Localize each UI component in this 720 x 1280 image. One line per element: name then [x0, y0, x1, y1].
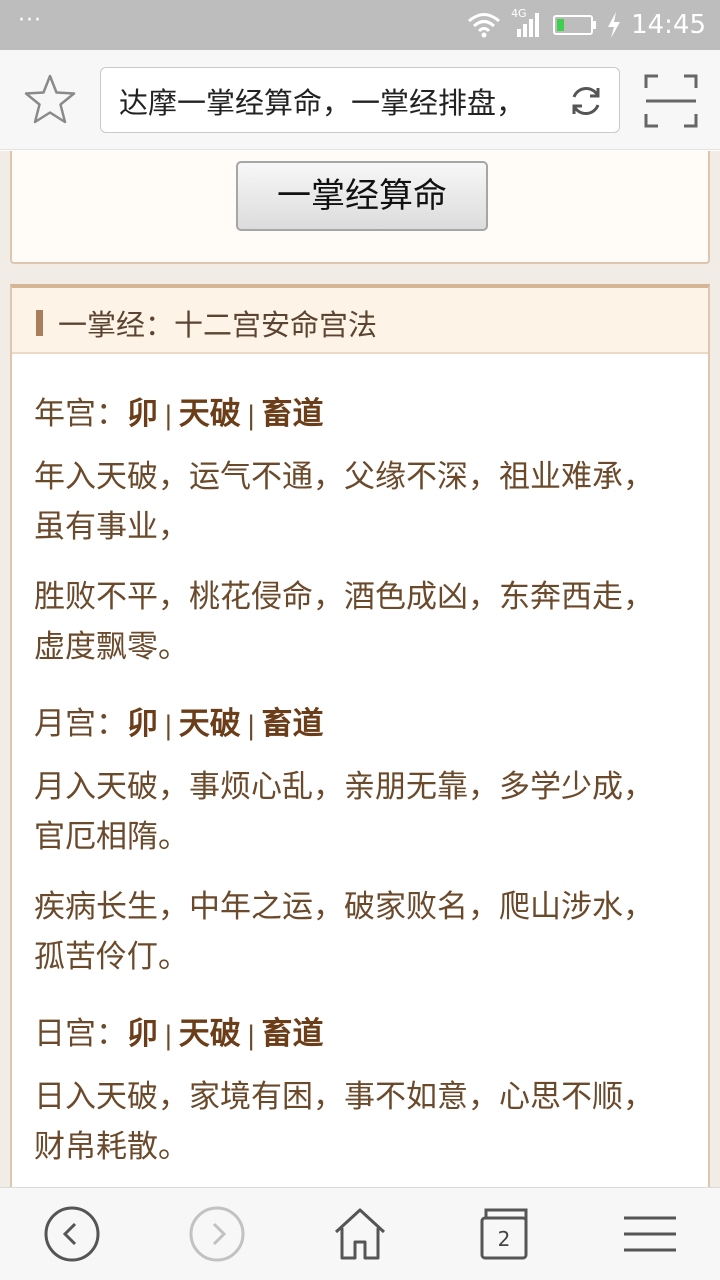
palace-branch: 卯 — [127, 1016, 158, 1052]
palace-paragraph: 年入天破，运气不通，父缘不深，祖业难承，虽有事业， — [34, 459, 654, 545]
wifi-icon — [467, 12, 501, 38]
signal-icon: 4G — [511, 7, 543, 39]
palace-card: 一掌经：十二宫安命宫法 年宫：卯 | 天破 | 畜道 年入天破，运气不通，父缘不深，祖业… — [10, 284, 710, 1187]
palace-heading-day: 日宫：卯 | 天破 | 畜道 — [34, 1008, 324, 1053]
forward-icon[interactable] — [187, 1204, 247, 1264]
separator: | — [164, 711, 173, 741]
url-text[interactable]: 达摩一掌经算命，一掌经排盘， — [119, 80, 559, 122]
palace-path: 畜道 — [261, 706, 324, 742]
palace-paragraph: 日入天破，家境有困，事不如意，心思不顺，财帛耗散。 — [34, 1079, 654, 1165]
section-header: 一掌经：十二宫安命宫法 — [12, 288, 708, 354]
back-icon[interactable] — [42, 1204, 102, 1264]
tab-count: 2 — [497, 1227, 511, 1251]
calculate-button[interactable]: 一掌经算命 — [236, 161, 488, 231]
browser-toolbar: 达摩一掌经算命，一掌经排盘， — [0, 50, 720, 150]
scan-icon[interactable] — [644, 74, 698, 128]
bottom-nav: 2 — [0, 1187, 720, 1280]
clock: 14:45 — [631, 10, 706, 40]
palace-heading-year: 年宫：卯 | 天破 | 畜道 — [34, 388, 324, 433]
calculator-card: 一掌经算命 — [10, 151, 710, 264]
palace-label: 月宫： — [34, 706, 127, 742]
palace-paragraph: 疾病长生，中年之运，破家败名，爬山涉水，孤苦伶仃。 — [34, 889, 654, 975]
notification-dots: ··· — [18, 8, 42, 33]
separator: | — [246, 711, 256, 741]
network-type: 4G — [511, 7, 527, 20]
header-accent-bar — [36, 310, 43, 336]
separator: | — [164, 1021, 173, 1051]
menu-icon[interactable] — [620, 1204, 680, 1264]
section-title: 一掌经：十二宫安命宫法 — [58, 308, 378, 342]
palace-label: 日宫： — [34, 1016, 127, 1052]
palace-path: 畜道 — [261, 396, 324, 432]
palace-branch: 卯 — [127, 396, 158, 432]
tabs-icon[interactable]: 2 — [476, 1204, 536, 1264]
palace-star: 天破 — [178, 396, 241, 432]
palace-star: 天破 — [178, 706, 241, 742]
bookmark-star-icon[interactable] — [22, 72, 78, 128]
palace-branch: 卯 — [127, 706, 158, 742]
home-icon[interactable] — [330, 1204, 390, 1264]
separator: | — [164, 401, 173, 431]
palace-paragraph: 胜败不平，桃花侵命，酒色成凶，东奔西走，虚度飘零。 — [34, 579, 654, 665]
separator: | — [246, 1021, 256, 1051]
palace-label: 年宫： — [34, 396, 127, 432]
palace-path: 畜道 — [261, 1016, 324, 1052]
battery-icon — [553, 14, 597, 36]
status-icons: 4G 14:45 — [467, 0, 706, 50]
separator: | — [246, 401, 256, 431]
charging-icon — [607, 12, 621, 38]
page-content: 一掌经算命 一掌经：十二宫安命宫法 年宫：卯 | 天破 | 畜道 年入天破，运气不通，父… — [0, 151, 720, 1187]
palace-star: 天破 — [178, 1016, 241, 1052]
palace-heading-month: 月宫：卯 | 天破 | 畜道 — [34, 698, 324, 743]
address-bar[interactable]: 达摩一掌经算命，一掌经排盘， — [100, 67, 620, 133]
palace-paragraph: 月入天破，事烦心乱，亲朋无靠，多学少成，官厄相隋。 — [34, 769, 654, 855]
status-bar: ··· 4G 14:45 — [0, 0, 720, 50]
reload-icon[interactable] — [567, 82, 605, 120]
